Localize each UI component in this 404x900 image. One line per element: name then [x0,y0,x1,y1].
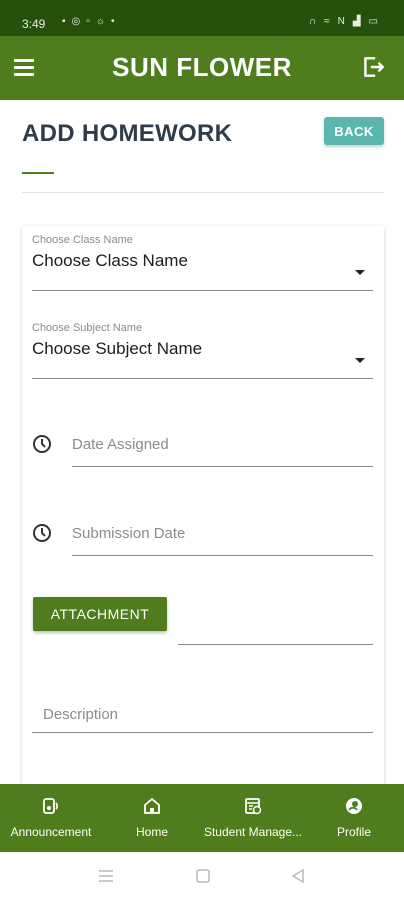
nav-label-announcement: Announcement [10,825,92,839]
nav-label-student-management: Student Manage... [203,825,303,839]
date-assigned-underline [72,466,373,467]
class-select-underline [32,290,373,291]
message-icon: ▪ [62,16,66,27]
nav-label-profile: Profile [336,825,371,839]
nav-item-announcement[interactable]: Announcement [0,784,102,852]
status-bar: 3:49 ▪ ◎ ▫ ☼ • ∩ ≈ N ▟ ▭ [0,0,404,36]
instagram-icon: ◎ [71,16,81,27]
nav-label-home: Home [135,825,168,839]
description-underline [32,732,373,733]
submission-date-underline [72,555,373,556]
class-select[interactable]: Choose Class Name Choose Class Name [32,234,373,291]
app-bar: SUN FLOWER [0,36,404,100]
bottom-nav: Announcement Home Student Manage... Prof… [0,784,404,852]
home-icon [144,797,160,814]
battery-icon: ▭ [368,16,378,27]
image-icon: ▫ [86,16,90,27]
description-placeholder: Description [43,706,119,723]
chevron-down-icon [355,358,365,363]
submission-date-field[interactable]: Submission Date [32,515,373,556]
status-right-icons: ∩ ≈ N ▟ ▭ [309,16,378,27]
clock-icon [33,524,51,542]
page-title: ADD HOMEWORK [22,120,233,147]
class-select-value: Choose Class Name [32,251,188,270]
app-title: SUN FLOWER [112,52,292,82]
signal-icon: ▟ [352,16,361,27]
subject-select[interactable]: Choose Subject Name Choose Subject Name [32,322,373,379]
dot-icon: • [111,16,115,27]
back-button[interactable]: BACK [324,117,384,145]
nav-item-home[interactable]: Home [102,784,202,852]
home-system-icon[interactable] [195,868,211,884]
date-assigned-field[interactable]: Date Assigned [32,426,373,467]
submission-date-placeholder: Submission Date [72,525,186,542]
system-nav-bar [0,852,404,900]
attachment-field-underline [178,644,373,645]
profile-icon [346,798,362,814]
attachment-button[interactable]: ATTACHMENT [33,597,167,631]
headset-icon: ∩ [308,16,317,27]
run-icon: ☼ [95,16,105,27]
homework-form: Choose Class Name Choose Class Name Choo… [22,226,384,806]
class-select-label: Choose Class Name [32,234,133,246]
recents-icon[interactable] [98,868,114,884]
subject-select-label: Choose Subject Name [32,322,143,334]
announcement-icon [43,798,58,814]
student-management-icon [245,798,262,815]
status-left-icons: ▪ ◎ ▫ ☼ • [62,16,115,27]
subject-select-value: Choose Subject Name [32,339,203,358]
subject-select-underline [32,378,373,379]
wifi-icon: ≈ [324,16,330,27]
nfc-icon: N [337,16,345,27]
back-system-icon[interactable] [290,868,306,884]
logout-icon[interactable] [360,54,386,80]
nav-item-student-management[interactable]: Student Manage... [202,784,304,852]
status-time: 3:49 [22,17,46,31]
title-underline [22,172,54,174]
nav-item-profile[interactable]: Profile [304,784,404,852]
clock-icon [33,435,51,453]
description-field[interactable]: Description [32,702,373,734]
date-assigned-placeholder: Date Assigned [72,436,169,453]
header-divider [22,192,384,193]
chevron-down-icon [355,270,365,275]
